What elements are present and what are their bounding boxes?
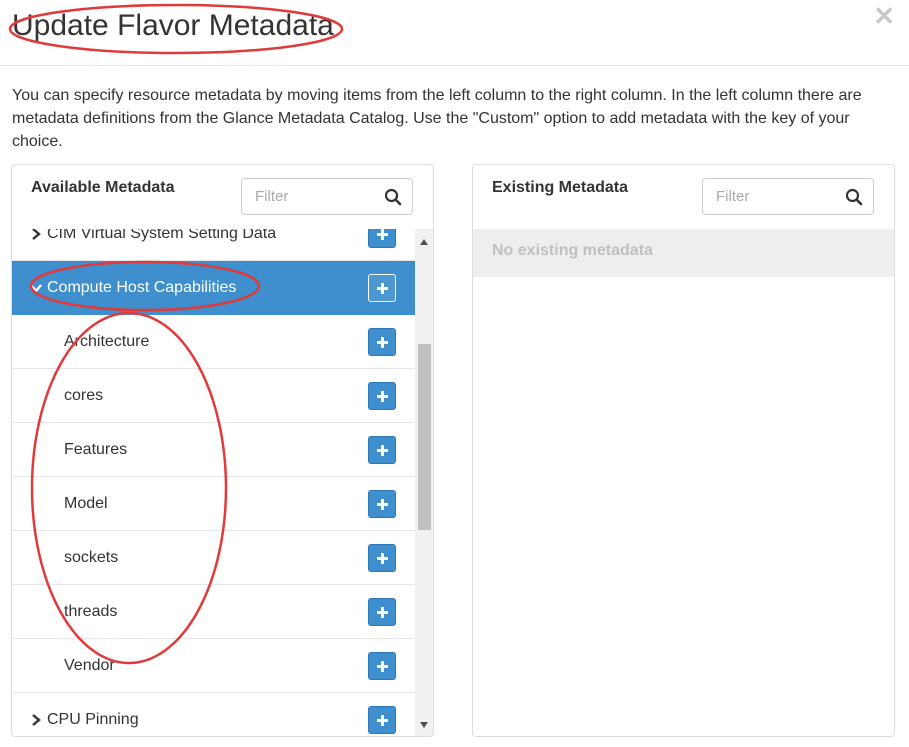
- close-icon[interactable]: ✕: [873, 2, 895, 30]
- available-metadata-header: Available Metadata: [12, 165, 433, 229]
- add-button[interactable]: [368, 274, 396, 302]
- add-button[interactable]: [368, 381, 396, 410]
- list-item-sockets[interactable]: sockets: [12, 531, 415, 585]
- add-button[interactable]: [368, 543, 396, 572]
- existing-metadata-panel: Existing Metadata No existing metadata: [472, 164, 895, 737]
- add-button[interactable]: [368, 229, 396, 248]
- scroll-down-icon[interactable]: [420, 722, 428, 728]
- chevron-right-icon: [32, 229, 41, 240]
- list-item-threads[interactable]: threads: [12, 585, 415, 639]
- empty-state: No existing metadata: [473, 229, 894, 277]
- search-icon[interactable]: [384, 188, 402, 206]
- empty-state-text: No existing metadata: [492, 242, 653, 259]
- modal-header: Update Flavor Metadata ✕: [0, 0, 909, 66]
- list-item-compute-host-capabilities[interactable]: Compute Host Capabilities: [12, 261, 415, 315]
- scroll-up-icon[interactable]: [420, 239, 428, 245]
- list-item-features[interactable]: Features: [12, 423, 415, 477]
- search-icon[interactable]: [845, 188, 863, 206]
- list-item-model[interactable]: Model: [12, 477, 415, 531]
- chevron-down-icon: [30, 284, 42, 293]
- existing-filter-input[interactable]: [703, 179, 838, 214]
- available-metadata-list: CIM Virtual System Setting Data Compute …: [12, 229, 415, 736]
- list-item-cim-virtual-system-setting-data[interactable]: CIM Virtual System Setting Data: [12, 229, 415, 261]
- add-button[interactable]: [368, 489, 396, 518]
- list-item-vendor[interactable]: Vendor: [12, 639, 415, 693]
- add-button[interactable]: [368, 705, 396, 734]
- add-button[interactable]: [368, 651, 396, 680]
- list-item-cores[interactable]: cores: [12, 369, 415, 423]
- existing-metadata-header: Existing Metadata: [473, 165, 894, 229]
- modal-title: Update Flavor Metadata: [12, 9, 334, 42]
- add-button[interactable]: [368, 597, 396, 626]
- available-filter-input[interactable]: [242, 179, 377, 214]
- scrollbar[interactable]: [415, 229, 433, 736]
- available-filter: [241, 178, 413, 215]
- list-item-architecture[interactable]: Architecture: [12, 315, 415, 369]
- modal-description: You can specify resource metadata by mov…: [12, 87, 862, 150]
- scrollbar-thumb[interactable]: [418, 344, 431, 530]
- list-item-cpu-pinning[interactable]: CPU Pinning: [12, 693, 415, 736]
- available-metadata-title: Available Metadata: [31, 179, 175, 196]
- existing-filter: [702, 178, 874, 215]
- available-metadata-panel: Available Metadata CIM Virtual System Se…: [11, 164, 434, 737]
- chevron-right-icon: [32, 713, 41, 726]
- add-button[interactable]: [368, 327, 396, 356]
- add-button[interactable]: [368, 435, 396, 464]
- existing-metadata-title: Existing Metadata: [492, 179, 629, 196]
